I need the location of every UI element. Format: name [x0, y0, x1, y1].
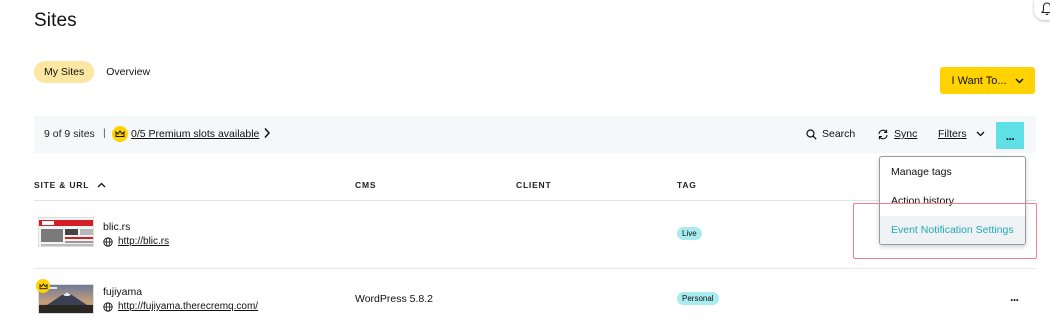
site-tabs: My Sites Overview [34, 61, 160, 83]
i-want-to-label: I Want To... [951, 74, 1007, 87]
column-header-cms[interactable]: CMS [355, 180, 376, 190]
filters-button[interactable]: Filters [938, 128, 985, 140]
site-url: http://fujiyama.therecremq.com/ [103, 301, 258, 312]
site-url-link[interactable]: http://blic.rs [118, 236, 169, 247]
more-options-menu: Manage tags Action history Event Notific… [879, 156, 1026, 245]
search-label: Search [822, 128, 856, 140]
page-title: Sites [34, 10, 77, 31]
search-icon [806, 128, 817, 140]
column-header-label: CLIENT [516, 180, 552, 190]
column-header-site-url[interactable]: SITE & URL [34, 180, 106, 190]
tab-overview[interactable]: Overview [96, 61, 160, 83]
more-options-button[interactable]: ... [996, 122, 1024, 149]
tag-badge[interactable]: Live [677, 227, 702, 240]
sync-label: Sync [894, 128, 918, 140]
sites-toolbar: 9 of 9 sites | 0/5 Premium slots availab… [34, 116, 1036, 153]
sync-icon [878, 129, 888, 139]
cms-value: WordPress 5.8.2 [355, 293, 434, 305]
site-count: 9 of 9 sites [44, 128, 95, 140]
notifications-button[interactable] [1034, 0, 1050, 20]
tag-badge[interactable]: Personal [677, 292, 719, 305]
column-header-client[interactable]: CLIENT [516, 180, 552, 190]
toolbar-separator: | [103, 127, 106, 139]
tab-my-sites[interactable]: My Sites [34, 61, 95, 83]
site-url: http://blic.rs [103, 236, 169, 247]
column-header-label: CMS [355, 180, 377, 190]
menu-item-action-history[interactable]: Action history [880, 187, 1025, 216]
menu-item-event-notification-settings[interactable]: Event Notification Settings [880, 216, 1025, 244]
search-button[interactable]: Search [806, 128, 855, 140]
column-header-label: SITE & URL [34, 180, 90, 190]
i-want-to-button[interactable]: I Want To... [940, 67, 1035, 94]
filters-label: Filters [938, 128, 967, 140]
globe-icon [103, 301, 113, 312]
sync-button[interactable]: Sync [877, 128, 917, 140]
row-divider [34, 268, 1036, 269]
sort-up-icon [97, 182, 106, 188]
site-thumbnail[interactable] [38, 217, 94, 247]
site-name: blic.rs [103, 221, 131, 233]
chevron-right-icon[interactable] [263, 127, 271, 139]
column-header-tag[interactable]: TAG [677, 180, 697, 190]
row-more-button[interactable]: ... [1010, 290, 1019, 304]
column-header-label: TAG [677, 180, 697, 190]
crown-icon [36, 279, 50, 293]
site-url-link[interactable]: http://fujiyama.therecremq.com/ [118, 301, 258, 312]
menu-item-manage-tags[interactable]: Manage tags [880, 158, 1025, 187]
premium-slots-link[interactable]: 0/5 Premium slots available [131, 128, 259, 140]
chevron-down-icon [976, 131, 985, 137]
globe-icon [103, 236, 113, 247]
crown-icon [112, 126, 128, 142]
bell-icon [1041, 2, 1050, 16]
site-name: fujiyama [103, 286, 143, 298]
chevron-down-icon [1015, 78, 1024, 83]
